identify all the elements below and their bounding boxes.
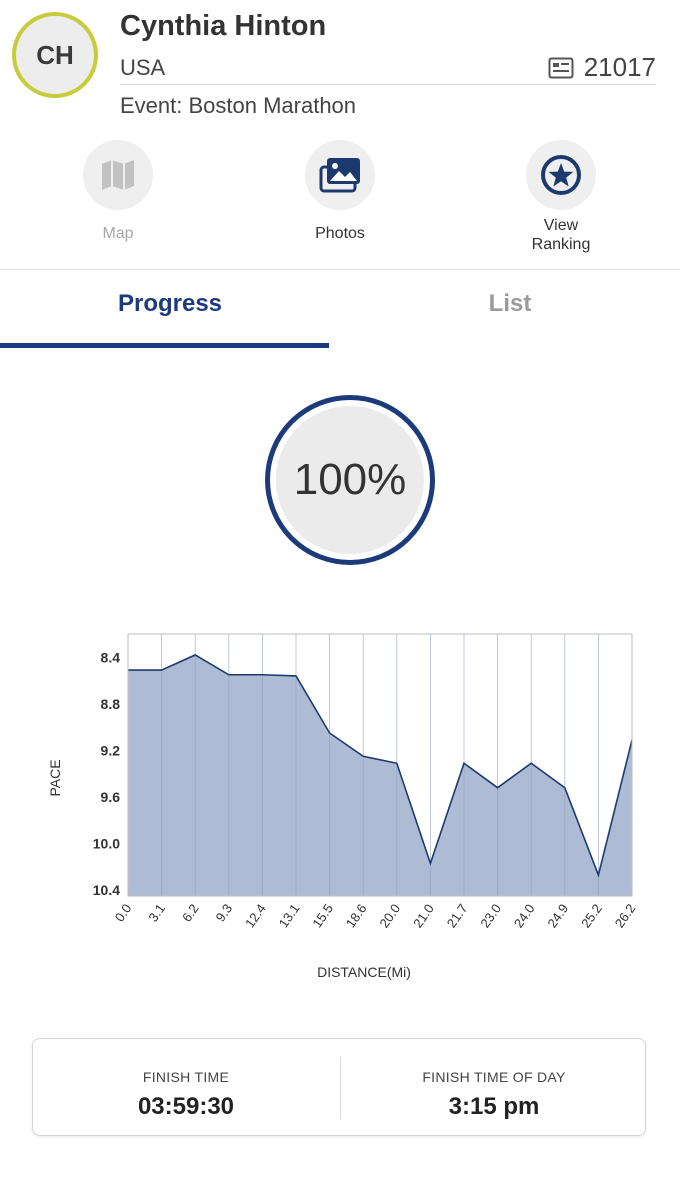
x-tick-label: 18.6 bbox=[343, 901, 370, 930]
y-axis-title: PACE bbox=[47, 759, 63, 796]
star-ranking-icon bbox=[541, 155, 581, 195]
athlete-country: USA bbox=[120, 55, 166, 80]
x-tick-label: 24.9 bbox=[544, 901, 571, 930]
view-ranking-label: View Ranking bbox=[531, 217, 591, 253]
map-icon bbox=[102, 160, 134, 190]
x-tick-label: 12.4 bbox=[242, 901, 269, 930]
photos-icon-circle bbox=[305, 140, 375, 210]
ranking-icon-circle bbox=[526, 140, 596, 210]
finish-time-block: FINISH TIME 03:59:30 bbox=[33, 1039, 339, 1137]
pace-chart: 8.4 8.8 9.2 9.6 10.0 10.4 0.0 3.1 6.2 9.3 12.4 13.1… bbox=[0, 620, 680, 990]
x-tick-label: 24.0 bbox=[511, 901, 538, 930]
x-tick-label: 6.2 bbox=[179, 901, 202, 924]
x-tick-label: 15.5 bbox=[309, 901, 336, 930]
action-row: Map Photos View Ranking bbox=[0, 140, 680, 260]
y-tick-label: 8.4 bbox=[101, 649, 121, 665]
x-tick-label: 0.0 bbox=[112, 901, 135, 924]
finish-time-label: FINISH TIME bbox=[142, 1069, 230, 1085]
x-tick-label: 9.3 bbox=[213, 901, 236, 924]
x-tick-label: 21.7 bbox=[444, 901, 471, 930]
photos-icon bbox=[319, 158, 360, 193]
finish-card: FINISH TIME 03:59:30 FINISH TIME OF DAY … bbox=[32, 1038, 646, 1136]
finish-time-of-day-label: FINISH TIME OF DAY bbox=[422, 1069, 566, 1085]
map-label: Map bbox=[102, 225, 134, 242]
finish-time-value: 03:59:30 bbox=[137, 1093, 235, 1120]
y-tick-label: 10.0 bbox=[93, 836, 120, 852]
header-divider bbox=[120, 84, 656, 85]
finish-time-of-day-value: 3:15 pm bbox=[448, 1093, 540, 1120]
actions-divider bbox=[0, 269, 680, 270]
event-name: Event: Boston Marathon bbox=[120, 93, 357, 118]
bib-number-text: 21017 bbox=[583, 52, 656, 82]
bib-number: 21017 bbox=[548, 52, 656, 83]
x-tick-label: 3.1 bbox=[145, 901, 168, 924]
x-axis-title: DISTANCE(Mi) bbox=[317, 964, 411, 980]
progress-ring: 100% bbox=[265, 395, 435, 565]
x-tick-label: 20.0 bbox=[376, 901, 403, 930]
bib-icon bbox=[548, 57, 574, 78]
y-tick-label: 9.6 bbox=[101, 789, 121, 805]
x-tick-label: 13.1 bbox=[276, 901, 303, 930]
x-tick-label: 21.0 bbox=[410, 901, 437, 930]
y-tick-label: 8.8 bbox=[101, 696, 121, 712]
map-button[interactable]: Map bbox=[48, 140, 188, 243]
y-tick-label: 9.2 bbox=[101, 742, 121, 758]
tab-list[interactable]: List bbox=[340, 290, 680, 318]
finish-time-of-day-block: FINISH TIME OF DAY 3:15 pm bbox=[341, 1039, 647, 1137]
active-tab-indicator bbox=[0, 343, 329, 348]
avatar-initials: CH bbox=[36, 39, 74, 70]
athlete-name: Cynthia Hinton bbox=[120, 10, 327, 42]
photos-button[interactable]: Photos bbox=[270, 140, 410, 243]
pace-chart-svg: 8.4 8.8 9.2 9.6 10.0 10.4 0.0 3.1 6.2 9.3 12.4 13.1… bbox=[47, 633, 639, 980]
x-tick-label: 23.0 bbox=[477, 901, 504, 930]
view-ranking-button[interactable]: View Ranking bbox=[491, 140, 631, 254]
avatar: CH bbox=[12, 12, 98, 98]
photos-label: Photos bbox=[315, 225, 365, 242]
x-tick-label: 26.2 bbox=[612, 901, 639, 930]
map-icon-circle bbox=[83, 140, 153, 210]
x-tick-label: 25.2 bbox=[578, 901, 605, 930]
tab-progress[interactable]: Progress bbox=[0, 290, 340, 318]
y-tick-label: 10.4 bbox=[93, 882, 120, 898]
progress-percent: 100% bbox=[276, 406, 424, 554]
